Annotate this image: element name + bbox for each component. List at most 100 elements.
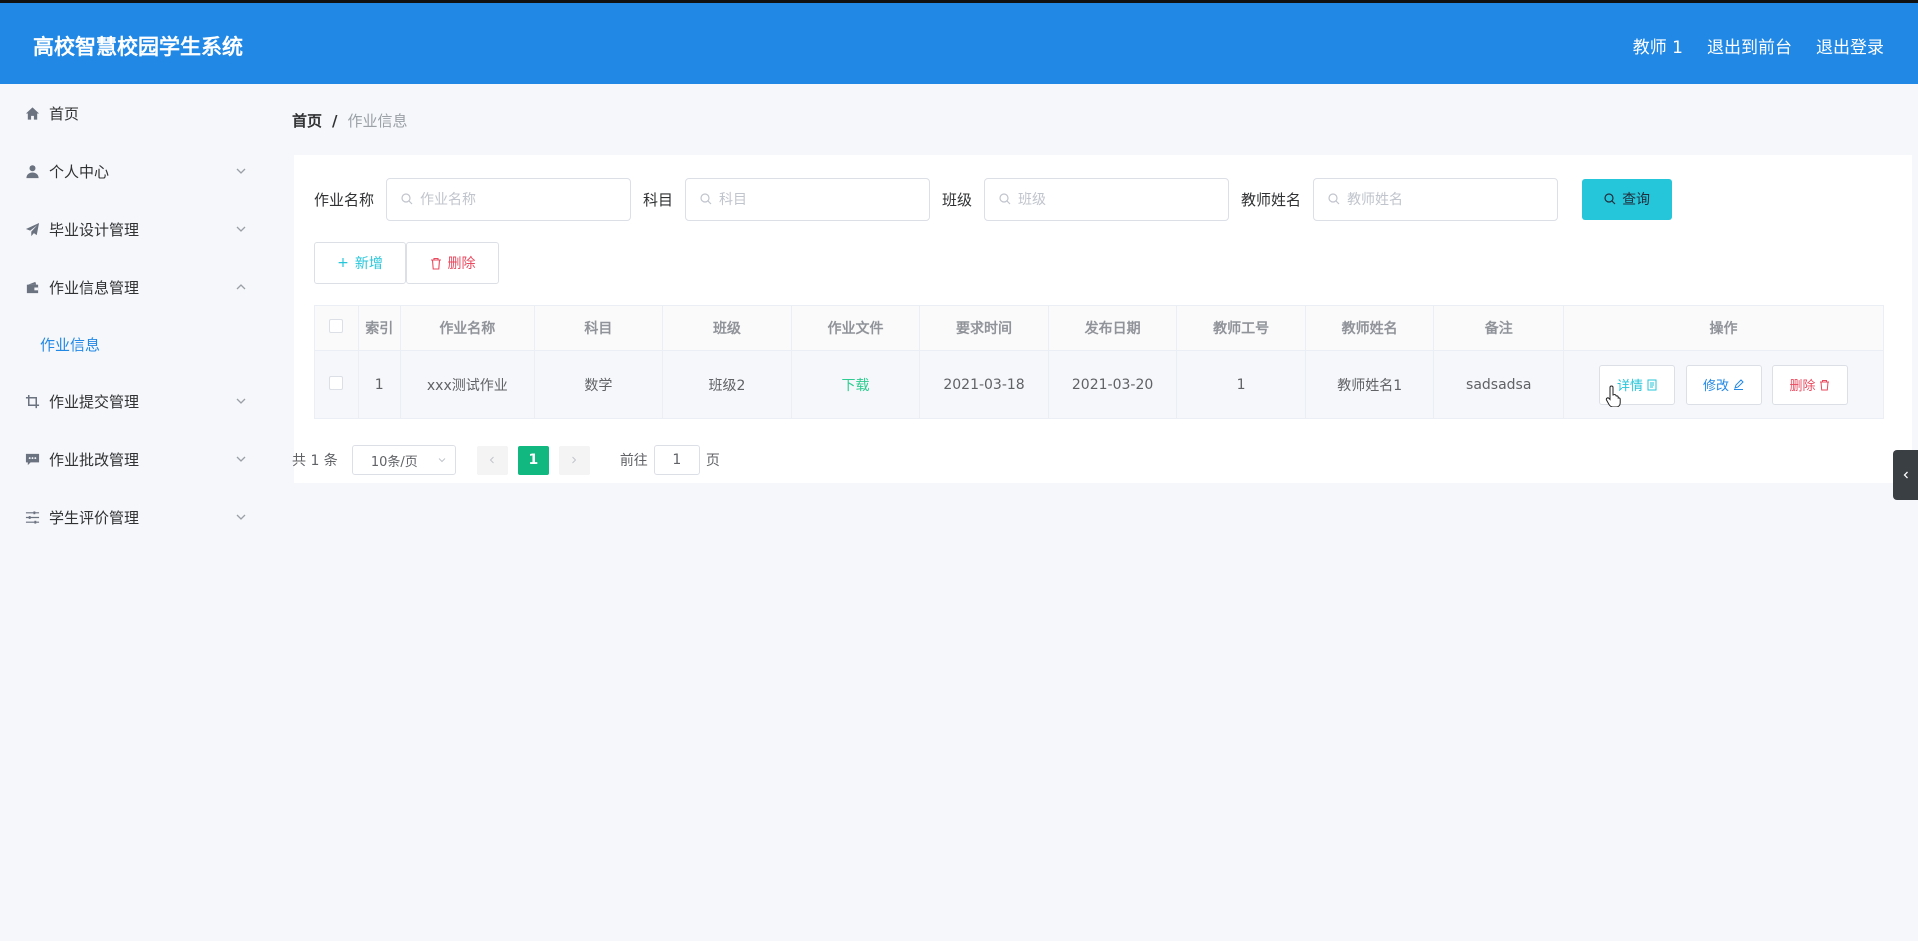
- class-placeholder: 班级: [1018, 192, 1047, 208]
- user-icon: [24, 163, 40, 179]
- add-button-label: 新增: [354, 256, 383, 272]
- search-icon: [1328, 193, 1340, 205]
- homework-name-input[interactable]: 作业名称: [386, 177, 632, 221]
- page-number-button[interactable]: 1: [517, 445, 549, 475]
- chevron-down-icon: [236, 168, 246, 174]
- cell-remark: sadsadsa: [1433, 350, 1565, 419]
- subject-placeholder: 科目: [719, 192, 748, 208]
- breadcrumb-current: 作业信息: [347, 112, 408, 130]
- sidebar-item-label: 首页: [49, 104, 80, 123]
- column-header: 科目: [533, 305, 664, 351]
- query-button[interactable]: 查询: [1582, 178, 1673, 220]
- page-size-select[interactable]: 10条/页: [351, 445, 456, 475]
- sidebar-item-label: 毕业设计管理: [49, 220, 140, 239]
- breadcrumb-home[interactable]: 首页: [292, 110, 322, 131]
- action-toolbar: + 新增 删除: [314, 242, 499, 284]
- class-input[interactable]: 班级: [984, 177, 1230, 221]
- sidebar-item-homework-submit-mgmt[interactable]: 作业提交管理: [0, 372, 268, 430]
- column-header: 备注: [1433, 305, 1565, 351]
- chevron-right-icon: [572, 456, 577, 464]
- page-size-value: 10条/页: [370, 454, 418, 470]
- exit-to-front-link[interactable]: 退出到前台: [1707, 33, 1792, 58]
- column-header: 班级: [662, 305, 792, 351]
- sidebar-item-student-eval-mgmt[interactable]: 学生评价管理: [0, 488, 268, 546]
- cell-teacher-name: 教师姓名1: [1304, 350, 1435, 419]
- edit-button[interactable]: 修改: [1685, 364, 1762, 405]
- pagination: 共 1 条 10条/页 1 前往 1 页: [292, 445, 720, 475]
- cell-subject: 数学: [533, 350, 664, 419]
- column-header: 教师姓名: [1304, 305, 1435, 351]
- row-delete-button[interactable]: 删除: [1771, 364, 1848, 405]
- cell-publish-date: 2021-03-20: [1047, 350, 1178, 419]
- batch-delete-button[interactable]: 删除: [406, 242, 499, 284]
- sidebar: 首页 个人中心 毕业设计管理 作业信息管理 作业信息 作业提交管理 作业批改管理: [0, 84, 268, 941]
- main-content: 首页 / 作业信息 作业名称 作业名称 科目 科目 班级 班级 教师姓名 教师姓…: [268, 84, 1918, 941]
- goto-label: 前往: [619, 453, 648, 469]
- trash-icon: [1820, 379, 1830, 390]
- download-link[interactable]: 下载: [841, 378, 869, 394]
- column-header: 操作: [1563, 305, 1884, 351]
- cell-homework-name: xxx测试作业: [400, 350, 535, 419]
- table-header-row: 索引 作业名称 科目 班级 作业文件 要求时间 发布日期 教师工号 教师姓名 备…: [314, 305, 1884, 351]
- app-title: 高校智慧校园学生系统: [33, 35, 243, 59]
- breadcrumb: 首页 / 作业信息: [292, 110, 408, 131]
- comment-icon: [24, 451, 40, 467]
- sidebar-item-label: 作业提交管理: [49, 392, 140, 411]
- teacher-name-placeholder: 教师姓名: [1347, 192, 1404, 208]
- cell-class: 班级2: [662, 350, 792, 419]
- search-icon: [1604, 193, 1616, 205]
- logout-link[interactable]: 退出登录: [1816, 33, 1884, 58]
- sidebar-item-personal-center[interactable]: 个人中心: [0, 142, 268, 200]
- search-label-class: 班级: [942, 190, 973, 209]
- goto-page-input[interactable]: 1: [653, 445, 700, 475]
- sidebar-subitem-homework-info[interactable]: 作业信息: [0, 316, 268, 372]
- teacher-name-input[interactable]: 教师姓名: [1313, 177, 1559, 221]
- search-icon: [401, 193, 413, 205]
- search-form: 作业名称 作业名称 科目 科目 班级 班级 教师姓名 教师姓名 查询: [314, 177, 1673, 221]
- column-header: 作业名称: [400, 305, 535, 351]
- search-icon: [999, 193, 1011, 205]
- current-user[interactable]: 教师 1: [1633, 33, 1683, 58]
- search-label-homework-name: 作业名称: [314, 190, 375, 209]
- top-bar: 高校智慧校园学生系统 教师 1 退出到前台 退出登录: [0, 0, 1918, 84]
- sidebar-item-home[interactable]: 首页: [0, 84, 268, 142]
- column-header: 索引: [357, 305, 402, 351]
- crop-icon: [24, 393, 40, 409]
- trash-icon: [430, 257, 441, 270]
- sidebar-item-label: 作业信息管理: [49, 278, 140, 297]
- search-icon: [700, 193, 712, 205]
- homework-name-placeholder: 作业名称: [420, 192, 477, 208]
- select-all-cell[interactable]: [314, 305, 359, 351]
- send-icon: [24, 221, 40, 237]
- sliders-icon: [24, 509, 40, 525]
- column-header: 教师工号: [1176, 305, 1306, 351]
- chevron-left-icon: [490, 456, 495, 464]
- subject-input[interactable]: 科目: [685, 177, 931, 221]
- column-header: 作业文件: [790, 305, 921, 351]
- sidebar-item-label: 个人中心: [49, 162, 110, 181]
- sidebar-item-homework-grading-mgmt[interactable]: 作业批改管理: [0, 430, 268, 488]
- cell-teacher-no: 1: [1176, 350, 1306, 419]
- sidebar-item-graduation-design[interactable]: 毕业设计管理: [0, 200, 268, 258]
- sidebar-item-homework-info-mgmt[interactable]: 作业信息管理: [0, 258, 268, 316]
- row-checkbox[interactable]: [329, 375, 344, 390]
- table-row: 1 xxx测试作业 数学 班级2 下载 2021-03-18 2021-03-2…: [314, 350, 1884, 419]
- chevron-left-icon: [1903, 471, 1908, 479]
- goto-suffix: 页: [705, 453, 720, 469]
- edit-icon: [1734, 379, 1744, 390]
- sidebar-item-label: 学生评价管理: [49, 508, 140, 527]
- document-icon: [1647, 379, 1657, 390]
- content-card: 作业名称 作业名称 科目 科目 班级 班级 教师姓名 教师姓名 查询 + 新增 …: [294, 155, 1912, 483]
- add-button[interactable]: + 新增: [314, 242, 406, 284]
- chevron-down-icon: [438, 458, 446, 463]
- chevron-down-icon: [236, 398, 246, 404]
- sidebar-item-label: 作业批改管理: [49, 450, 140, 469]
- collapse-panel-tab[interactable]: [1893, 450, 1918, 500]
- query-button-label: 查询: [1622, 192, 1651, 208]
- select-all-checkbox[interactable]: [329, 319, 344, 333]
- cell-index: 1: [357, 350, 402, 419]
- prev-page-button[interactable]: [476, 445, 508, 475]
- next-page-button[interactable]: [558, 445, 590, 475]
- row-select-cell[interactable]: [314, 350, 359, 419]
- breadcrumb-separator: /: [332, 111, 338, 130]
